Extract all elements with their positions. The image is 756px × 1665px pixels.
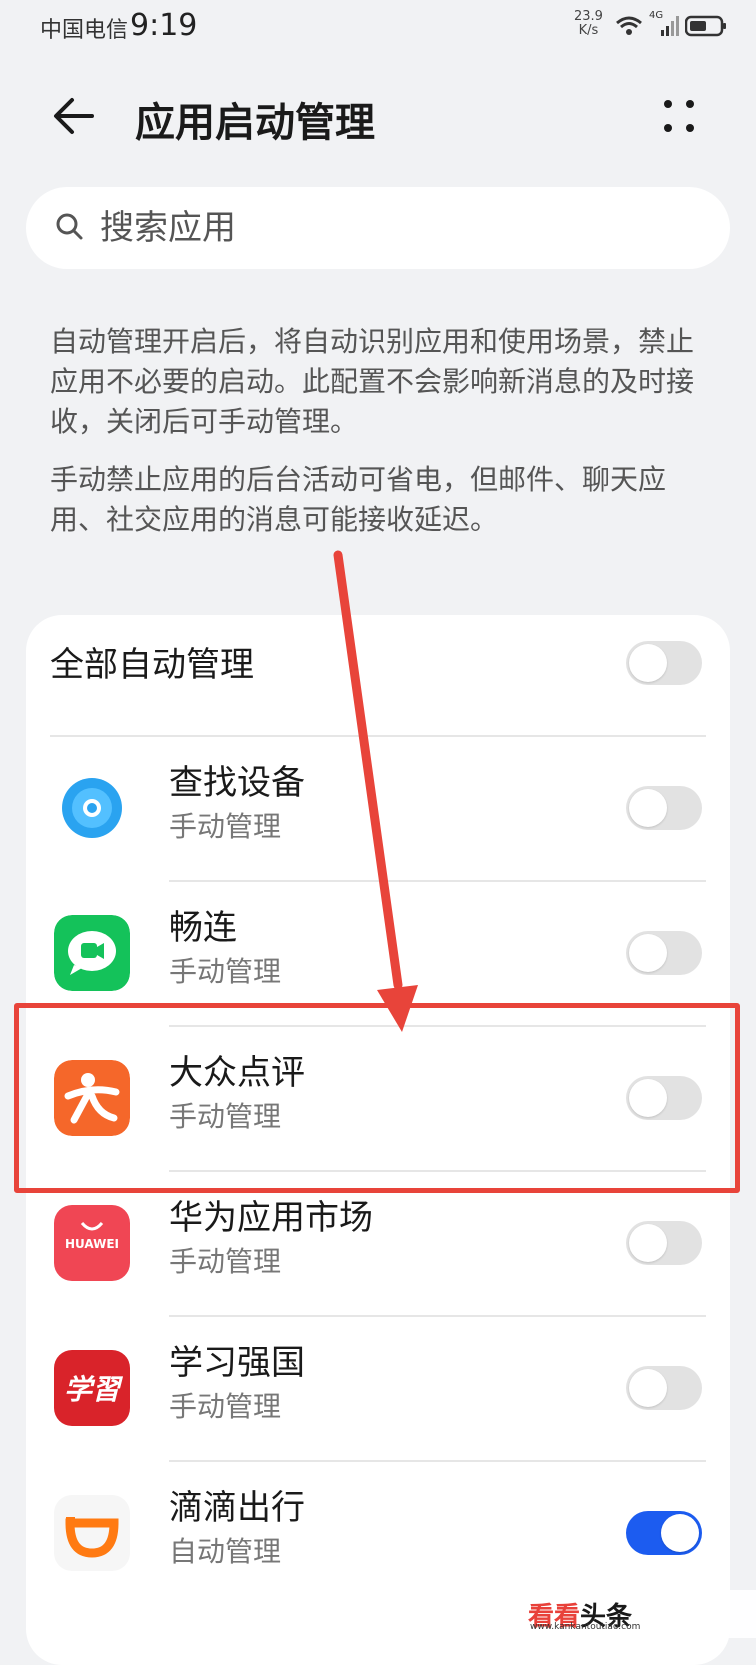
watermark-url: www.kankantoutiao.com: [530, 1622, 641, 1632]
annotation-arrow: [333, 550, 418, 1032]
watermark: 看看头条 www.kankantoutiao.com: [528, 1590, 756, 1638]
